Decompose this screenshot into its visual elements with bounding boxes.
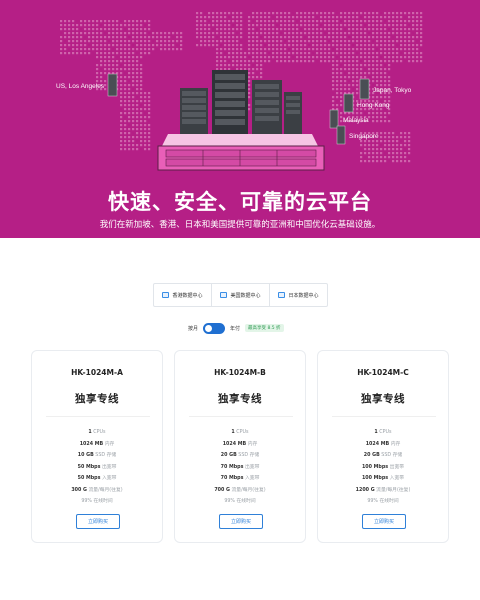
plan-type: 独享专线 <box>218 393 262 405</box>
plan-name: HK-1024M-C <box>357 368 409 377</box>
spec-cpu: 1 CPUs <box>231 430 249 435</box>
spec-outbound: 70 Mbps 出宽带 <box>220 464 260 470</box>
yearly-label: 年付 <box>230 325 241 332</box>
buy-now-button[interactable]: 立即购买 <box>76 514 120 529</box>
location-label-los-angeles: US, Los Angeles <box>56 83 105 90</box>
buy-now-button[interactable]: 立即购买 <box>362 514 406 529</box>
plan-type: 独享专线 <box>75 393 119 405</box>
spec-storage: 20 GB SSD 存储 <box>363 453 403 458</box>
datacenter-tabs: 香港数据中心 美国数据中心 日本数据中心 <box>153 283 328 307</box>
tab-label: 日本数据中心 <box>288 292 319 299</box>
spec-traffic: 700 G 流量/每月(往复) <box>214 487 266 493</box>
spec-outbound: 50 Mbps 出宽带 <box>77 464 117 470</box>
tab-japan-datacenter[interactable]: 日本数据中心 <box>270 284 327 306</box>
plan-name: HK-1024M-A <box>71 368 123 377</box>
spec-traffic: 300 G 流量/每月(往复) <box>71 487 123 493</box>
location-label-singapore: Singapore <box>349 133 379 140</box>
plan-card-a: HK-1024M-A 独享专线 1 CPUs 1024 MB 内存 10 GB … <box>31 350 163 543</box>
spec-uptime: 99% 在线时间 <box>81 499 113 504</box>
billing-period-switch[interactable] <box>203 322 226 334</box>
spec-uptime: 99% 在线时间 <box>224 499 256 504</box>
hero-subtitle: 我们在新加坡、香港、日本和美国提供可靠的亚洲和中国优化云基础设施。 <box>99 220 381 230</box>
server-rack-illustration <box>157 70 325 171</box>
spec-traffic: 1200 G 流量/每月(往复) <box>355 487 411 493</box>
plan-card-b: HK-1024M-B 独享专线 1 CPUs 1024 MB 内存 20 GB … <box>174 350 306 543</box>
server-icon <box>162 292 170 298</box>
spec-outbound: 100 Mbps 出宽带 <box>361 464 405 470</box>
spec-cpu: 1 CPUs <box>374 430 392 435</box>
discount-badge: 最高享受 8.5 折 <box>245 324 284 332</box>
tab-hong-kong-datacenter[interactable]: 香港数据中心 <box>154 284 212 306</box>
plan-specs: 1 CPUs 1024 MB 内存 20 GB SSD 存储 100 Mbps … <box>318 427 448 508</box>
spec-inbound: 50 Mbps 入宽带 <box>77 476 117 481</box>
spec-memory: 1024 MB 内存 <box>79 441 115 447</box>
buy-now-button[interactable]: 立即购买 <box>219 514 263 529</box>
spec-storage: 20 GB SSD 存储 <box>220 453 260 458</box>
spec-cpu: 1 CPUs <box>88 430 106 435</box>
spec-uptime: 99% 在线时间 <box>367 499 399 504</box>
spec-inbound: 70 Mbps 入宽带 <box>220 476 260 481</box>
location-label-tokyo: Japan, Tokyo <box>373 87 412 94</box>
tab-us-datacenter[interactable]: 美国数据中心 <box>212 284 270 306</box>
plan-specs: 1 CPUs 1024 MB 内存 10 GB SSD 存储 50 Mbps 出… <box>32 427 162 508</box>
spec-memory: 1024 MB 内存 <box>365 441 401 447</box>
plan-specs: 1 CPUs 1024 MB 内存 20 GB SSD 存储 70 Mbps 出… <box>175 427 305 508</box>
location-label-hong-kong: Hong Kong <box>357 102 390 109</box>
switch-knob <box>205 324 213 332</box>
tab-label: 香港数据中心 <box>172 292 203 299</box>
server-icon <box>220 292 228 298</box>
spec-memory: 1024 MB 内存 <box>222 441 258 447</box>
location-label-malaysia: Malaysia <box>343 117 369 124</box>
plan-name: HK-1024M-B <box>214 368 266 377</box>
hero-banner: US, Los Angeles Japan, Tokyo Hong Kong M… <box>0 0 480 238</box>
divider <box>332 416 436 417</box>
plan-type: 独享专线 <box>361 393 405 405</box>
divider <box>46 416 150 417</box>
tab-label: 美国数据中心 <box>230 292 261 299</box>
billing-toggle-row: 按月 年付 最高享受 8.5 折 <box>188 321 284 335</box>
divider <box>189 416 293 417</box>
spec-storage: 10 GB SSD 存储 <box>77 453 117 458</box>
server-icon <box>278 292 286 298</box>
plan-card-c: HK-1024M-C 独享专线 1 CPUs 1024 MB 内存 20 GB … <box>317 350 449 543</box>
spec-inbound: 100 Mbps 入宽带 <box>361 476 405 481</box>
hero-title: 快速、安全、可靠的云平台 <box>108 190 372 214</box>
monthly-label: 按月 <box>188 325 199 332</box>
